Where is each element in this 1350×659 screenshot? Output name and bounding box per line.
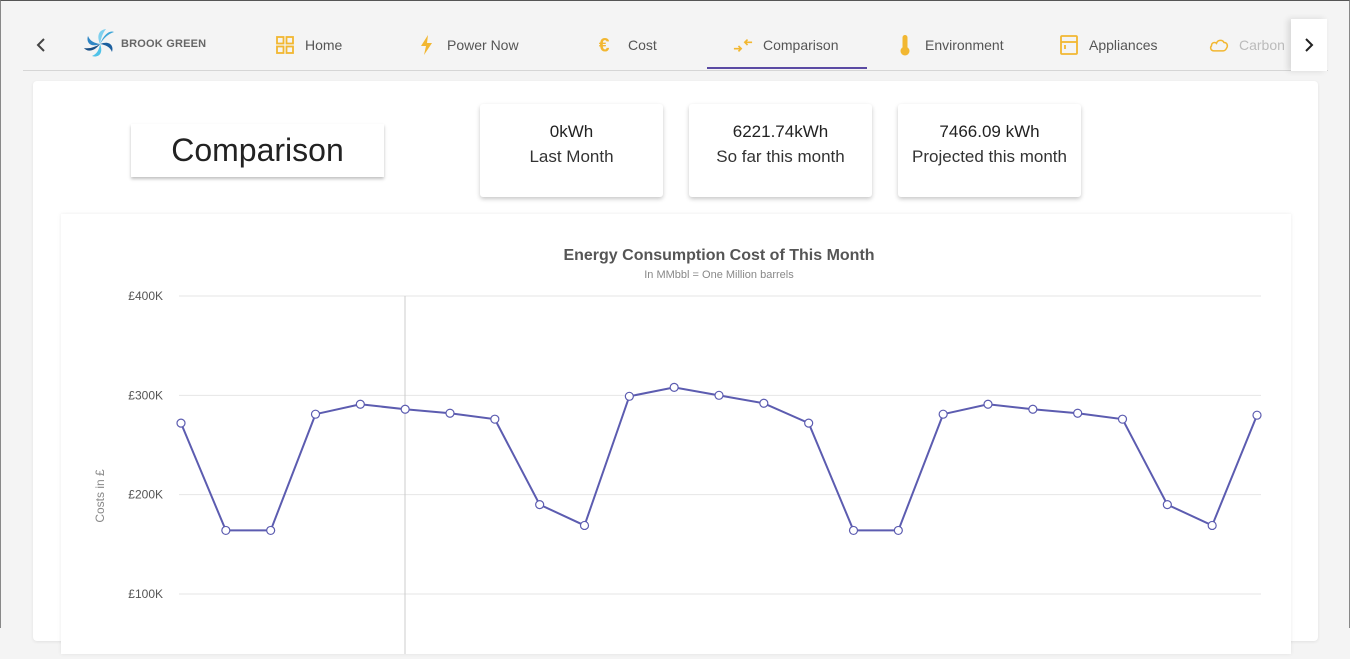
data-point[interactable] <box>669 382 679 392</box>
brand-name: BROOK GREEN <box>121 38 207 50</box>
stat-card-so-far: 6221.74kWh So far this month <box>689 104 872 197</box>
y-axis-label: Costs in £ <box>93 469 107 523</box>
brand-logo[interactable]: BROOK GREEN <box>81 25 206 63</box>
data-point[interactable] <box>579 520 590 531</box>
euro-icon: € <box>598 35 618 55</box>
data-point[interactable] <box>848 525 859 536</box>
tab-label: Environment <box>925 37 1004 53</box>
tab-environment[interactable]: Environment <box>895 19 1004 71</box>
stat-label: So far this month <box>716 147 845 166</box>
tab-power-now[interactable]: Power Now <box>417 19 519 71</box>
stat-card-last-month: 0kWh Last Month <box>480 104 663 197</box>
tab-comparison[interactable]: Comparison <box>733 19 838 71</box>
tab-carbon[interactable]: Carbon <box>1209 19 1285 71</box>
data-point[interactable] <box>759 398 769 408</box>
tab-cost[interactable]: € Cost <box>598 19 657 71</box>
compare-arrows-icon <box>733 35 753 55</box>
data-point[interactable] <box>355 399 365 409</box>
stat-card-projected: 7466.09 kWh Projected this month <box>898 104 1081 197</box>
data-point[interactable] <box>1207 520 1217 531</box>
data-point[interactable] <box>714 390 724 400</box>
data-point[interactable] <box>893 525 903 536</box>
data-point[interactable] <box>938 409 948 419</box>
stat-label: Projected this month <box>912 147 1067 166</box>
y-tick-label: £200K <box>128 488 163 502</box>
y-tick-label: £400K <box>128 289 163 303</box>
data-point[interactable] <box>176 418 186 428</box>
active-tab-indicator <box>707 67 867 69</box>
thermometer-icon <box>895 35 915 56</box>
chart-card: Energy Consumption Cost of This Month In… <box>61 214 1291 654</box>
data-point[interactable] <box>445 408 455 418</box>
data-point[interactable] <box>400 404 410 414</box>
series-line <box>180 386 1258 532</box>
tab-label: Home <box>305 37 343 53</box>
tab-appliances[interactable]: Appliances <box>1059 19 1158 71</box>
stat-value: 0kWh <box>549 122 594 141</box>
tab-home[interactable]: Home <box>275 19 342 71</box>
comparison-panel: Comparison 0kWh Last Month 6221.74kWh So… <box>33 81 1318 654</box>
app-window: BROOK GREEN Home Power Now € Cost Compar… <box>0 0 1350 654</box>
y-tick-label: £300K <box>128 388 163 402</box>
data-point[interactable] <box>310 409 321 419</box>
page-title: Comparison <box>131 124 384 177</box>
chart-subtitle: In MMbbl = One Million barrels <box>644 269 794 281</box>
data-point[interactable] <box>804 418 814 428</box>
data-point[interactable] <box>624 391 634 401</box>
cost-line-chart: Energy Consumption Cost of This Month In… <box>93 247 1262 654</box>
data-point[interactable] <box>535 500 545 510</box>
nav-scroll-right-button[interactable] <box>1291 19 1327 71</box>
data-point[interactable] <box>221 525 231 536</box>
lightning-icon <box>417 35 437 55</box>
chevron-right-icon <box>1305 38 1314 52</box>
tab-label: Appliances <box>1089 37 1158 53</box>
tab-label: Comparison <box>763 37 839 53</box>
pinwheel-logo-icon <box>84 29 114 57</box>
data-point[interactable] <box>1028 404 1038 414</box>
appliance-icon <box>1059 35 1079 55</box>
nav-scroll-left-button[interactable] <box>23 19 59 71</box>
data-point[interactable] <box>983 399 993 409</box>
svg-text:€: € <box>599 35 610 55</box>
stat-value: 7466.09 kWh <box>939 122 1040 141</box>
stat-label: Last Month <box>529 147 614 166</box>
data-point[interactable] <box>1252 410 1262 420</box>
data-point[interactable] <box>490 414 500 424</box>
tab-label: Power Now <box>447 37 519 53</box>
data-point[interactable] <box>1162 500 1172 510</box>
tab-label: Cost <box>628 37 657 53</box>
cloud-icon <box>1209 35 1229 55</box>
data-point[interactable] <box>1073 408 1083 418</box>
chevron-left-icon <box>36 38 45 52</box>
y-tick-label: £100K <box>128 587 163 601</box>
stat-value: 6221.74kWh <box>732 122 829 141</box>
top-nav: BROOK GREEN Home Power Now € Cost Compar… <box>23 19 1328 71</box>
tab-label: Carbon <box>1239 37 1285 53</box>
chart-title: Energy Consumption Cost of This Month <box>563 247 874 264</box>
data-point[interactable] <box>266 525 276 536</box>
grid-icon <box>275 35 295 55</box>
data-point[interactable] <box>1117 414 1128 424</box>
